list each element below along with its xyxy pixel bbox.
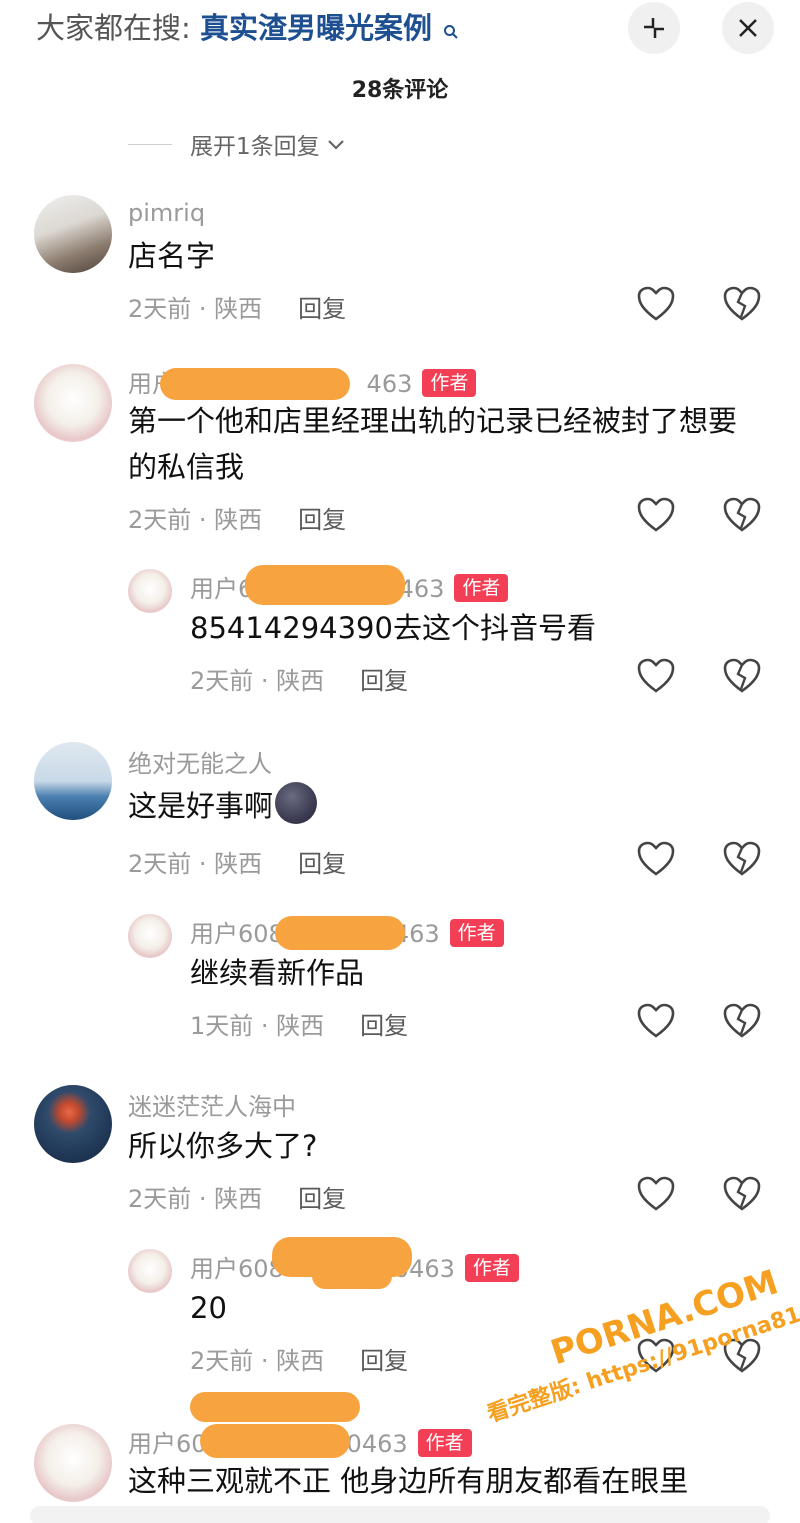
comment-count: 28条评论	[351, 78, 449, 103]
redaction-mark	[200, 1424, 350, 1458]
reply-button[interactable]: 回复	[298, 850, 346, 878]
comment-text: 第一个他和店里经理出轨的记录已经被封了想要的私信我	[128, 404, 738, 484]
broken-heart-icon[interactable]	[722, 840, 762, 878]
close-button[interactable]	[722, 2, 774, 54]
broken-heart-icon[interactable]	[722, 1002, 762, 1040]
header: 大家都在搜: 真实渣男曝光案例	[0, 0, 800, 70]
comment-input-bar[interactable]	[30, 1506, 770, 1523]
author-badge: 作者	[422, 369, 477, 397]
reply-button[interactable]: 回复	[360, 667, 408, 695]
comment-text: 店名字	[128, 239, 216, 273]
avatar[interactable]	[128, 1249, 172, 1293]
reply-text: 85414294390去这个抖音号看	[190, 611, 596, 645]
comment-time-location: 2天前 · 陕西	[128, 506, 263, 534]
expand-replies[interactable]: 展开1条回复	[128, 124, 348, 164]
broken-heart-icon[interactable]	[722, 496, 762, 534]
chevron-down-icon	[327, 140, 344, 150]
reply-meta: 2天前 · 陕西 回复	[190, 1341, 408, 1376]
redaction-mark	[190, 1392, 360, 1422]
avatar[interactable]	[34, 742, 112, 820]
heart-icon[interactable]	[636, 1002, 676, 1040]
heart-icon[interactable]	[636, 496, 676, 534]
avatar[interactable]	[34, 364, 112, 442]
redaction-mark	[275, 916, 405, 950]
avatar[interactable]	[34, 1085, 112, 1163]
collapse-icon	[644, 18, 664, 38]
avatar[interactable]	[34, 1424, 112, 1502]
close-icon	[739, 19, 757, 37]
avatar[interactable]	[128, 569, 172, 613]
avatar[interactable]	[128, 914, 172, 958]
broken-heart-icon[interactable]	[722, 285, 762, 323]
reply-button[interactable]: 回复	[360, 1012, 408, 1040]
comment-username[interactable]: pimriq	[128, 199, 205, 227]
comment-username[interactable]: 绝对无能之人	[128, 744, 272, 779]
comment-time-location: 2天前 · 陕西	[128, 295, 263, 323]
collapse-button[interactable]	[628, 2, 680, 54]
author-badge: 作者	[417, 1429, 472, 1457]
heart-icon[interactable]	[636, 1175, 676, 1213]
comment-text: 这是好事啊	[128, 782, 748, 829]
reply-meta: 2天前 · 陕西 回复	[190, 661, 408, 696]
comment-meta: 2天前 · 陕西 回复	[128, 500, 346, 535]
search-suggestion[interactable]: 大家都在搜: 真实渣男曝光案例	[36, 8, 459, 50]
comment-meta: 2天前 · 陕西 回复	[128, 1179, 346, 1214]
broken-heart-icon[interactable]	[722, 1175, 762, 1213]
broken-heart-icon[interactable]	[722, 657, 762, 695]
author-badge: 作者	[449, 919, 504, 947]
reply-button[interactable]: 回复	[298, 1185, 346, 1213]
search-query-link[interactable]: 真实渣男曝光案例	[200, 11, 432, 45]
reply-button[interactable]: 回复	[298, 506, 346, 534]
divider	[128, 143, 172, 145]
reply-time-location: 2天前 · 陕西	[190, 667, 325, 695]
avatar[interactable]	[34, 195, 112, 273]
reply-button[interactable]: 回复	[360, 1347, 408, 1375]
heart-icon[interactable]	[636, 840, 676, 878]
reply-text: 继续看新作品	[190, 956, 365, 990]
emoji-icon	[275, 782, 318, 824]
comment-text: 这种三观就不正 他身边所有朋友都看在眼里	[128, 1464, 689, 1498]
search-icon	[443, 10, 459, 50]
comment-time-location: 2天前 · 陕西	[128, 850, 263, 878]
comment-text: 所以你多大了?	[128, 1129, 318, 1163]
heart-icon[interactable]	[636, 657, 676, 695]
search-prefix: 大家都在搜:	[36, 11, 191, 45]
comment-username[interactable]: 迷迷茫茫人海中	[128, 1087, 296, 1122]
author-badge: 作者	[454, 574, 509, 602]
heart-icon[interactable]	[636, 285, 676, 323]
watermark: PORNA.COM 看完整版: https://91porna81.com	[470, 1240, 800, 1428]
reply-meta: 1天前 · 陕西 回复	[190, 1006, 408, 1041]
redaction-mark	[245, 565, 405, 605]
comment-meta: 2天前 · 陕西 回复	[128, 844, 346, 879]
comment-time-location: 2天前 · 陕西	[128, 1185, 263, 1213]
comment-meta: 2天前 · 陕西 回复	[128, 289, 346, 324]
expand-replies-label: 展开1条回复	[190, 134, 320, 160]
author-badge: 作者	[464, 1254, 519, 1282]
redaction-mark	[160, 368, 350, 400]
reply-button[interactable]: 回复	[298, 295, 346, 323]
reply-time-location: 2天前 · 陕西	[190, 1347, 325, 1375]
reply-time-location: 1天前 · 陕西	[190, 1012, 325, 1040]
